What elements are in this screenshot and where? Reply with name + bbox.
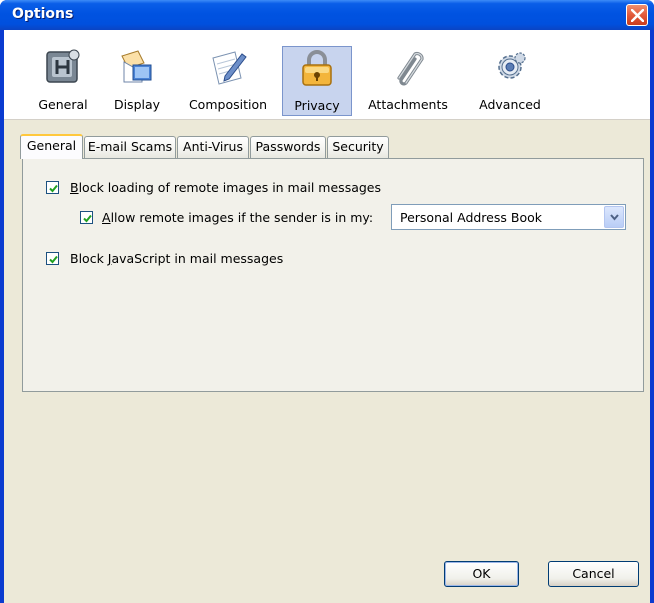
pane-label: Composition [188,97,268,112]
checkmark-icon [49,255,58,264]
block-javascript-text: avaScript in mail messages [111,251,284,266]
chevron-down-icon [610,214,619,221]
block-images-text: lock loading of remote images in mail me… [78,180,382,195]
address-book-value: Personal Address Book [400,210,542,225]
block-javascript-label[interactable]: Block JavaScript in mail messages [70,251,283,266]
block-javascript-prefix: Block [70,251,108,266]
pane-display[interactable]: Display [102,46,172,116]
block-images-checkbox[interactable] [46,181,59,194]
paperclip-icon [397,51,424,86]
pane-label: General [38,97,88,112]
pane-general[interactable]: General [26,46,100,116]
gears-icon [498,52,526,79]
tab-anti-virus[interactable]: Anti-Virus [177,136,249,158]
allow-remote-images-checkbox[interactable] [80,211,93,224]
close-icon [631,9,644,22]
dialog-client: General Display Composition Privacy Atta… [4,30,650,603]
address-book-select[interactable]: Personal Address Book [391,204,626,230]
pane-advanced[interactable]: Advanced [470,46,550,116]
tab-e-mail-scams[interactable]: E-mail Scams [84,136,176,158]
pane-privacy[interactable]: Privacy [282,46,352,116]
block-images-accesskey: B [70,180,79,195]
dropdown-button[interactable] [604,206,624,228]
general-tab-panel: Block loading of remote images in mail m… [22,158,644,392]
options-window: Options General Display Composition Priv… [0,0,654,603]
allow-remote-accesskey: A [102,210,111,225]
tab-general[interactable]: General [20,134,83,159]
pane-label: Advanced [479,97,541,112]
title-bar[interactable]: Options [0,0,654,30]
composition-pane-icon [212,51,247,85]
pane-attachments[interactable]: Attachments [362,46,454,116]
checkmark-icon [49,184,58,193]
tab-passwords[interactable]: Passwords [250,136,326,158]
window-title: Options [12,6,74,22]
pane-label: Privacy [294,98,340,113]
general-pane-icon [46,49,80,83]
allow-remote-images-label[interactable]: Allow remote images if the sender is in … [102,210,373,225]
padlock-icon [302,50,332,86]
checkmark-icon [83,214,92,223]
ok-button[interactable]: OK [444,561,519,587]
tab-security[interactable]: Security [327,136,389,158]
pane-selector: General Display Composition Privacy Atta… [4,30,650,120]
cancel-button[interactable]: Cancel [548,561,639,587]
close-button[interactable] [626,4,648,26]
block-javascript-checkbox[interactable] [46,252,59,265]
pane-composition[interactable]: Composition [180,46,276,116]
pane-label: Attachments [368,97,448,112]
allow-remote-text: llow remote images if the sender is in m… [110,210,374,225]
block-images-label[interactable]: Block loading of remote images in mail m… [70,180,381,195]
pane-label: Display [113,97,161,112]
display-pane-icon [121,50,152,83]
